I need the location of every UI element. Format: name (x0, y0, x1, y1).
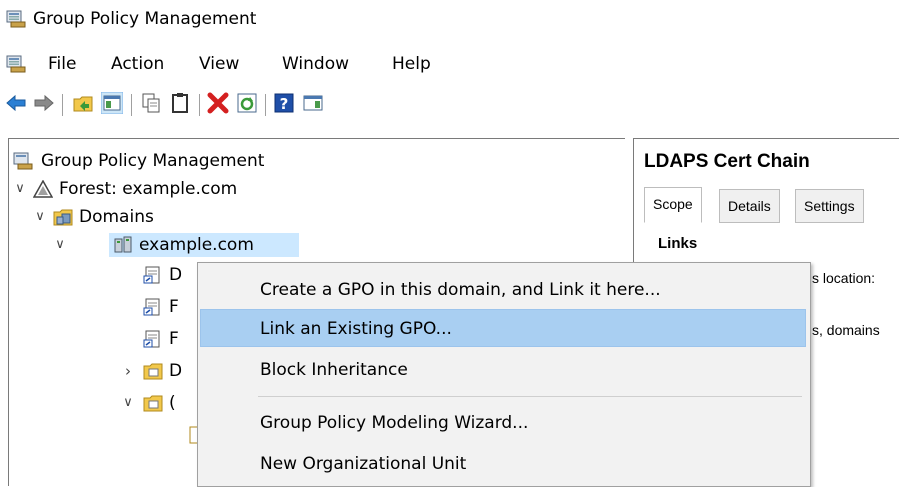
menu-view[interactable]: View (197, 52, 241, 76)
menu-file[interactable]: File (46, 52, 78, 76)
scope-description: s, domains (812, 322, 880, 338)
menu-action[interactable]: Action (109, 52, 166, 76)
menu-item-link-existing-gpo[interactable]: Link an Existing GPO... (200, 309, 806, 347)
context-menu: Create a GPO in this domain, and Link it… (197, 262, 811, 487)
domains-folder-icon (53, 209, 73, 226)
gpmc-app-icon (6, 10, 26, 28)
links-heading: Links (658, 235, 698, 252)
toolbar: ? (0, 88, 899, 120)
menu-item-label: Create a GPO in this domain, and Link it… (260, 280, 661, 300)
chevron-down-icon[interactable]: ∨ (121, 389, 135, 417)
domain-icon (114, 236, 132, 253)
chevron-down-icon[interactable]: ∨ (53, 231, 67, 259)
toolbar-separator (199, 94, 200, 116)
menu-item-label: Link an Existing GPO... (260, 319, 452, 339)
menu-item-new-ou[interactable]: New Organizational Unit (200, 445, 806, 483)
menu-item-label: Group Policy Modeling Wizard... (260, 413, 529, 433)
menu-item-block-inheritance[interactable]: Block Inheritance (200, 351, 806, 389)
back-icon[interactable] (5, 92, 27, 114)
scope-description: s location: (812, 270, 876, 286)
ou-folder-icon (143, 395, 163, 412)
toolbar-separator (265, 94, 266, 116)
tab-settings[interactable]: Settings (795, 189, 864, 223)
system-menu-icon[interactable] (6, 54, 26, 74)
gpo-link-icon (143, 298, 160, 316)
tree-item-label: D (169, 265, 183, 285)
menu-item-create-gpo-and-link[interactable]: Create a GPO in this domain, and Link it… (200, 271, 806, 309)
tab-details[interactable]: Details (719, 189, 780, 223)
menu-item-label: New Organizational Unit (260, 454, 467, 474)
paste-icon[interactable] (169, 92, 191, 114)
toolbar-separator (131, 94, 132, 116)
chevron-right-icon[interactable]: › (121, 357, 135, 385)
tree-item-domain-example-com[interactable]: ∨ example.com (9, 231, 609, 259)
delete-icon[interactable] (207, 92, 229, 114)
gpo-title: LDAPS Cert Chain (644, 151, 810, 172)
tree-item-root[interactable]: Group Policy Management (9, 147, 609, 175)
title-bar: Group Policy Management (0, 0, 899, 38)
chevron-down-icon[interactable]: ∨ (33, 203, 47, 231)
help-icon[interactable]: ? (273, 92, 295, 114)
gpo-link-icon (143, 330, 160, 348)
menu-separator (258, 396, 802, 397)
tab-scope[interactable]: Scope (644, 187, 702, 223)
tree-item-label: Group Policy Management (41, 151, 265, 171)
menu-item-label: Block Inheritance (260, 360, 408, 380)
ou-folder-icon (143, 363, 163, 380)
gpmc-root-icon (13, 152, 33, 170)
menu-item-modeling-wizard[interactable]: Group Policy Modeling Wizard... (200, 404, 806, 442)
tree-item-label: example.com (139, 235, 254, 255)
chevron-down-icon[interactable]: ∨ (13, 175, 27, 203)
tree-item-label: F (169, 297, 179, 317)
tree-item-label: ( (169, 393, 176, 413)
tree-item-domains[interactable]: ∨ Domains (9, 203, 609, 231)
svg-text:?: ? (280, 95, 289, 113)
gpo-link-icon (143, 266, 160, 284)
show-action-pane-icon[interactable] (302, 92, 324, 114)
tree-item-label: Forest: example.com (59, 179, 238, 199)
forward-icon[interactable] (33, 92, 55, 114)
copy-icon[interactable] (140, 92, 162, 114)
up-folder-icon[interactable] (72, 92, 94, 114)
window-title: Group Policy Management (33, 9, 257, 29)
tree-item-label: D (169, 361, 183, 381)
menu-bar: File Action View Window Help (0, 48, 899, 80)
menu-window[interactable]: Window (280, 52, 351, 76)
refresh-icon[interactable] (236, 92, 258, 114)
show-hide-console-tree-icon[interactable] (101, 92, 123, 114)
tree-item-label: Domains (79, 207, 154, 227)
toolbar-separator (62, 94, 63, 116)
tree-item-label: F (169, 329, 179, 349)
forest-icon (33, 180, 53, 198)
menu-help[interactable]: Help (390, 52, 433, 76)
tree-item-forest[interactable]: ∨ Forest: example.com (9, 175, 609, 203)
